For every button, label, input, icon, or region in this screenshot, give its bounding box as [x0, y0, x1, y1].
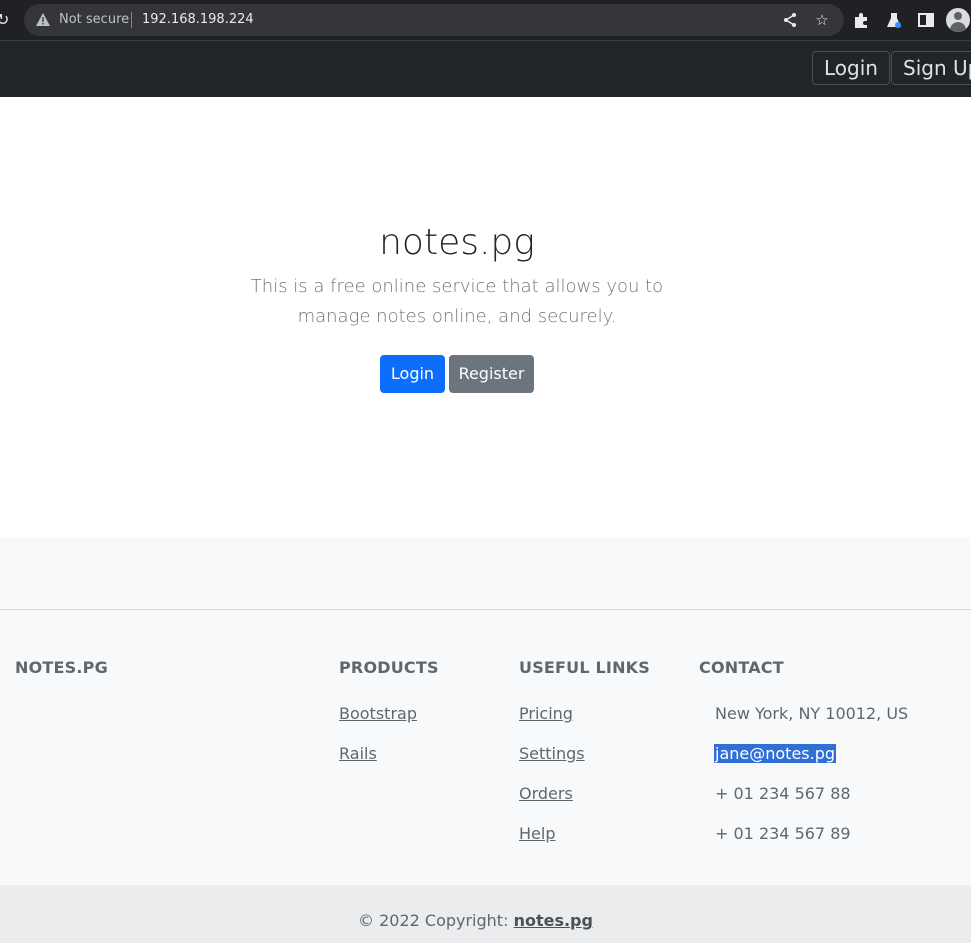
warning-icon[interactable] — [36, 13, 50, 26]
reload-icon[interactable]: ↻ — [0, 10, 12, 30]
extensions-icon[interactable] — [852, 10, 870, 30]
page-title: notes.pg — [379, 222, 535, 263]
profile-icon[interactable] — [946, 8, 970, 32]
copyright-text: © 2022 Copyright: notes.pg — [358, 911, 593, 930]
navbar-signup-button[interactable]: Sign Up — [891, 51, 971, 85]
browser-toolbar: ↻ Not secure 192.168.198.224 ☆ — [0, 0, 971, 40]
copyright-link[interactable]: notes.pg — [514, 911, 593, 930]
useful-links-heading: USEFUL LINKS — [519, 658, 650, 677]
products-heading: PRODUCTS — [339, 658, 439, 677]
security-status[interactable]: Not secure — [59, 11, 129, 29]
contact-heading: CONTACT — [699, 658, 784, 677]
footer-divider — [0, 609, 971, 610]
labs-icon[interactable] — [885, 10, 903, 30]
site-navbar: Login Sign Up — [0, 40, 971, 97]
footer-brand: NOTES.PG — [15, 658, 108, 677]
hero-description: This is a free online service that allow… — [250, 276, 664, 327]
footer: NOTES.PG PRODUCTS Bootstrap Rails USEFUL… — [0, 537, 971, 885]
hero-section: notes.pg This is a free online service t… — [0, 97, 971, 537]
contact-address: New York, NY 10012, US — [715, 704, 909, 723]
link-bootstrap[interactable]: Bootstrap — [339, 704, 417, 723]
link-orders[interactable]: Orders — [519, 784, 573, 803]
contact-phone-1: + 01 234 567 88 — [715, 784, 851, 803]
contact-phone-2: + 01 234 567 89 — [715, 824, 851, 843]
register-button[interactable]: Register — [449, 355, 534, 393]
address-bar[interactable]: Not secure 192.168.198.224 — [24, 4, 844, 36]
copyright-prefix: © 2022 Copyright: — [358, 911, 509, 930]
link-settings[interactable]: Settings — [519, 744, 585, 763]
url-divider — [131, 12, 132, 28]
link-help[interactable]: Help — [519, 824, 555, 843]
navbar-login-button[interactable]: Login — [812, 51, 890, 85]
link-pricing[interactable]: Pricing — [519, 704, 573, 723]
link-rails[interactable]: Rails — [339, 744, 377, 763]
url-text[interactable]: 192.168.198.224 — [142, 11, 254, 29]
contact-email[interactable]: jane@notes.pg — [714, 744, 837, 763]
share-icon[interactable] — [781, 10, 799, 30]
side-panel-icon[interactable] — [917, 10, 935, 30]
copyright-bar: © 2022 Copyright: notes.pg — [0, 885, 971, 943]
login-button[interactable]: Login — [380, 355, 445, 393]
star-icon[interactable]: ☆ — [813, 10, 831, 30]
